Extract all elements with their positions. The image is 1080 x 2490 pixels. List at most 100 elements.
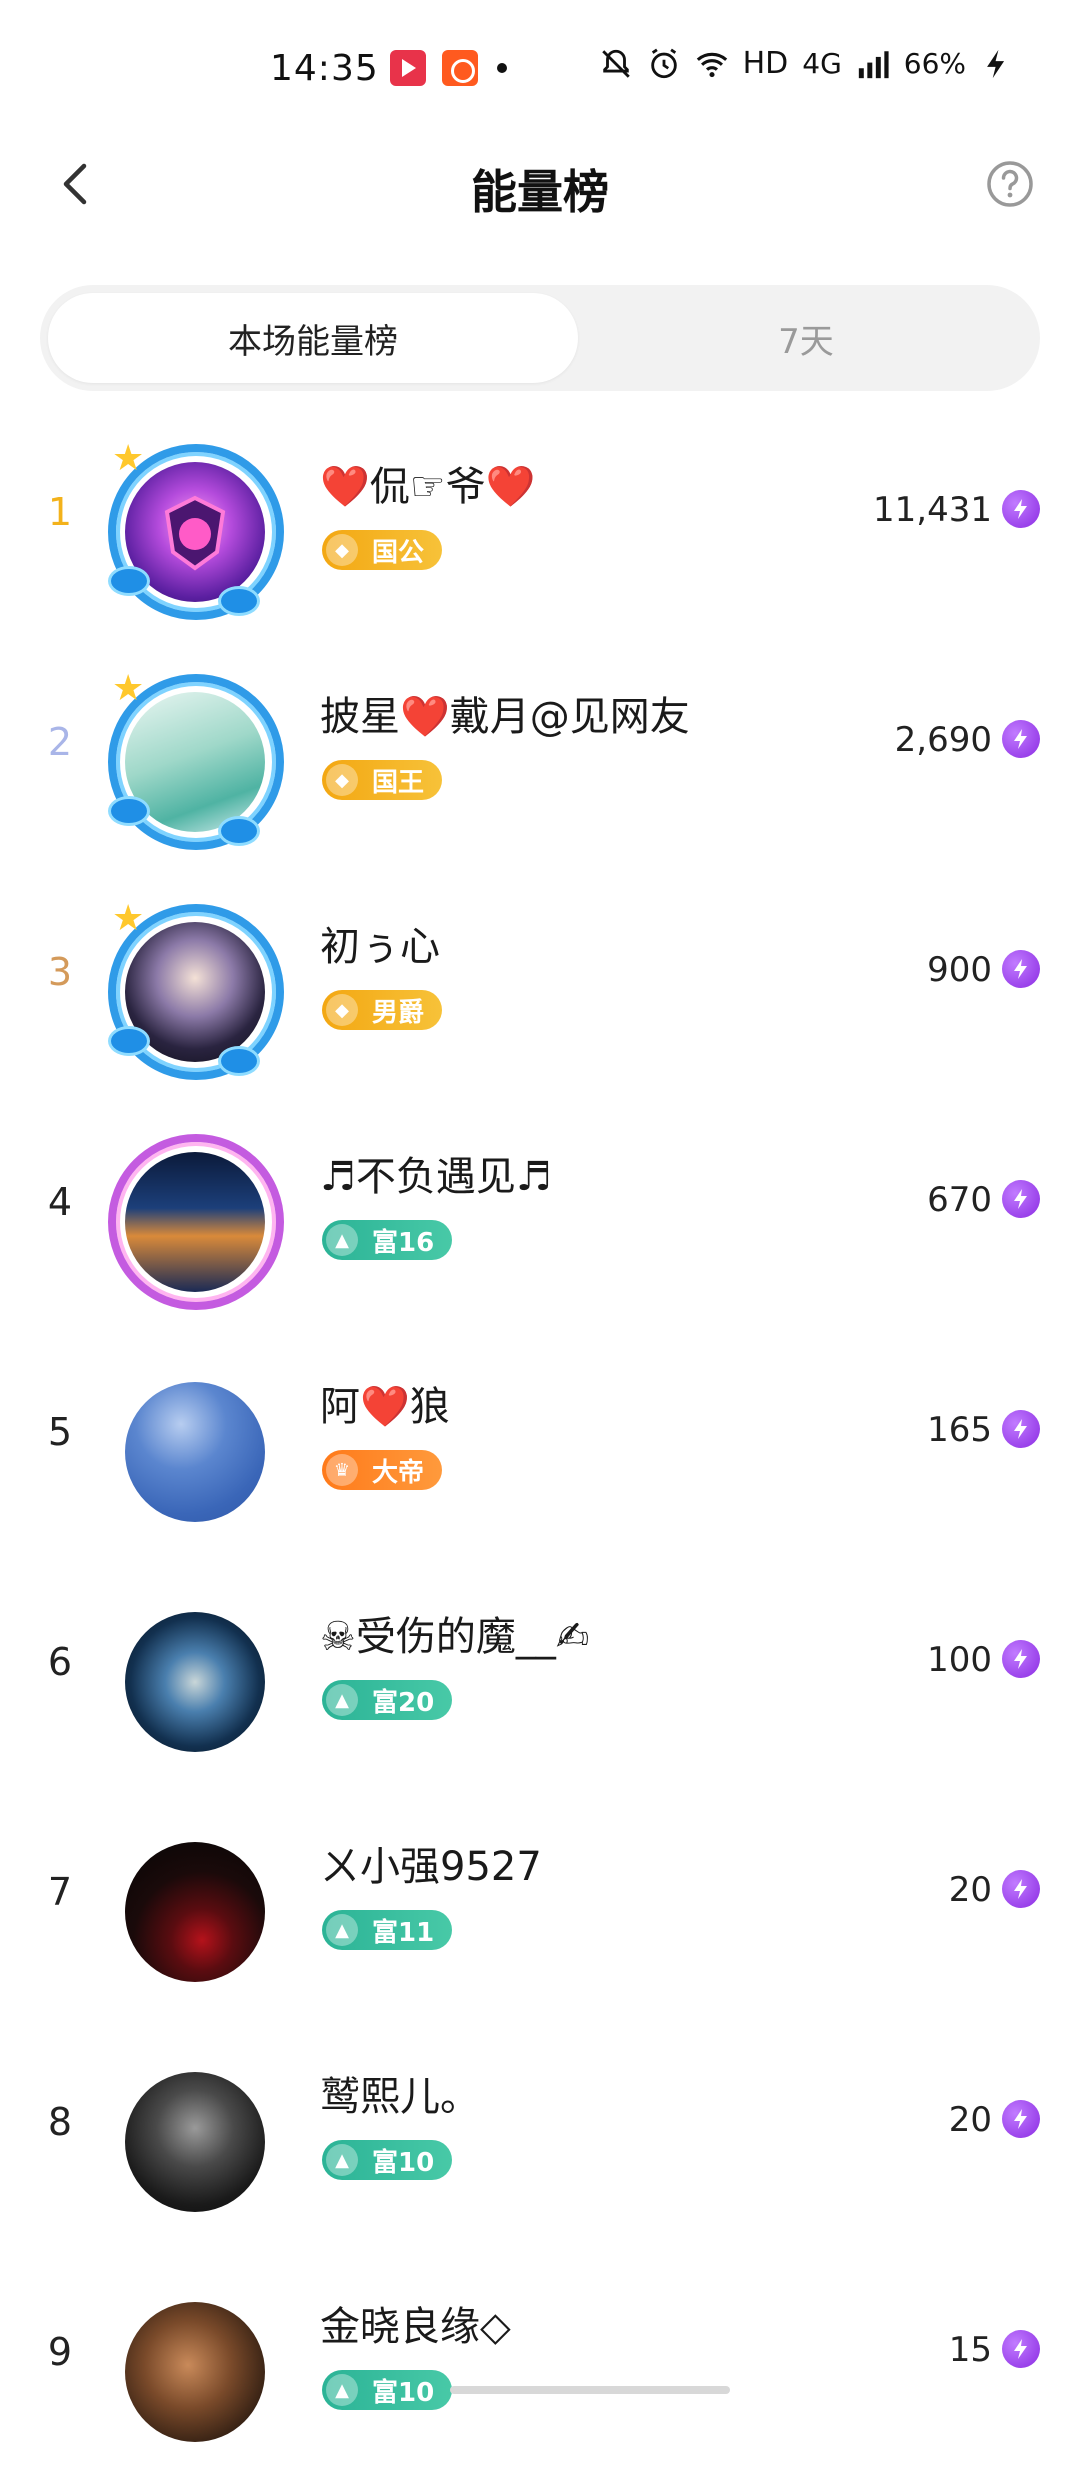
- rank-number: 2: [47, 720, 73, 764]
- list-item[interactable]: 2 ★ 披星❤️戴月@见网友 ◆ 国王 2,690: [0, 650, 1080, 880]
- planet-icon: [218, 816, 260, 846]
- user-name: ☠受伤的魔__✍: [320, 1614, 590, 1660]
- rank-number: 7: [47, 1870, 73, 1914]
- badge-label: 富11: [372, 1917, 435, 1948]
- star-icon: ★: [112, 668, 145, 709]
- list-item[interactable]: 7 ㄨ小强9527 ▲ 富11 20: [0, 1800, 1080, 2030]
- tab-current-session[interactable]: 本场能量榜: [48, 293, 578, 383]
- user-name: ♬不负遇见♬: [320, 1154, 552, 1200]
- energy-score: 100: [927, 1640, 992, 1680]
- energy-bolt-icon: [1002, 950, 1040, 988]
- level-badge: ◆ 国公: [322, 530, 443, 570]
- list-item[interactable]: 4 ♬不负遇见♬ ▲ 富16 670: [0, 1110, 1080, 1340]
- planet-icon: [108, 796, 150, 826]
- avatar: [125, 2072, 265, 2212]
- question-circle-icon[interactable]: [980, 154, 1040, 214]
- charging-icon: [987, 49, 1005, 78]
- alarm-icon: [650, 48, 677, 78]
- energy-score: 20: [948, 1870, 992, 1910]
- rank-number: 5: [47, 1410, 73, 1454]
- rank-number: 3: [47, 950, 73, 994]
- energy-bolt-icon: [1002, 2330, 1040, 2368]
- rank-number: 6: [47, 1640, 73, 1684]
- tab-bar: 本场能量榜 7天: [40, 285, 1040, 391]
- user-name: 披星❤️戴月@见网友: [320, 694, 690, 740]
- badge-label: 富10: [372, 2147, 435, 2178]
- energy-bolt-icon: [1002, 1870, 1040, 1908]
- crown-icon: ♛: [326, 1454, 358, 1486]
- network-type: HD: [742, 46, 789, 81]
- rank-number: 8: [47, 2100, 73, 2144]
- energy-score: 165: [927, 1410, 992, 1450]
- badge-label: 富16: [372, 1227, 435, 1258]
- planet-icon: [108, 1026, 150, 1056]
- badge-label: 国公: [372, 537, 425, 568]
- level-badge: ▲ 富10: [322, 2370, 453, 2410]
- energy-score: 670: [927, 1180, 992, 1220]
- user-name: 金晓良缘◇: [320, 2304, 511, 2350]
- energy-score: 15: [948, 2330, 992, 2370]
- user-name: 阿❤️狼: [320, 1384, 450, 1430]
- badge-label: 富20: [372, 1687, 435, 1718]
- avatar: [125, 1612, 265, 1752]
- list-item[interactable]: 6 ☠受伤的魔__✍ ▲ 富20 100: [0, 1570, 1080, 1800]
- battery-percent: 66%: [903, 47, 966, 80]
- notification-dot-icon: [497, 63, 507, 73]
- planet-icon: [218, 1046, 260, 1076]
- energy-score: 20: [948, 2100, 992, 2140]
- status-bar: 14:35 HD 4G 66%: [0, 0, 1080, 130]
- signal-bars-icon: [858, 50, 889, 78]
- level-badge: ▲ 富11: [322, 1910, 453, 1950]
- avatar: [125, 2302, 265, 2442]
- energy-score: 2,690: [894, 720, 992, 760]
- level-badge: ▲ 富16: [322, 1220, 453, 1260]
- level-badge: ▲ 富20: [322, 1680, 453, 1720]
- page-title: 能量榜: [471, 165, 609, 219]
- header: 能量榜: [0, 130, 1080, 240]
- star-icon: ★: [112, 438, 145, 479]
- triangle-up-icon: ▲: [326, 2374, 358, 2406]
- mute-bell-icon: [601, 49, 630, 78]
- rank-number: 1: [47, 490, 73, 534]
- badge-label: 国王: [372, 767, 425, 798]
- diamond-icon: ◆: [326, 534, 358, 566]
- triangle-up-icon: ▲: [326, 2144, 358, 2176]
- triangle-up-icon: ▲: [326, 1224, 358, 1256]
- kuaishou-app-icon: [442, 50, 478, 86]
- avatar: [125, 1842, 265, 1982]
- level-badge: ♛ 大帝: [322, 1450, 443, 1490]
- energy-bolt-icon: [1002, 1410, 1040, 1448]
- list-item[interactable]: 8 鹫熙儿。 ▲ 富10 20: [0, 2030, 1080, 2260]
- signal-type: 4G: [802, 47, 842, 80]
- energy-bolt-icon: [1002, 720, 1040, 758]
- status-time: 14:35: [270, 48, 379, 89]
- energy-score: 900: [927, 950, 992, 990]
- video-app-icon: [390, 50, 426, 86]
- rank-number: 4: [47, 1180, 73, 1224]
- diamond-icon: ◆: [326, 764, 358, 796]
- level-badge: ◆ 国王: [322, 760, 443, 800]
- user-name: ㄨ小强9527: [320, 1844, 542, 1890]
- user-name: ❤️侃☞爷❤️: [320, 464, 536, 510]
- planet-icon: [218, 586, 260, 616]
- list-item[interactable]: 9 金晓良缘◇ ▲ 富10 15: [0, 2260, 1080, 2490]
- energy-bolt-icon: [1002, 2100, 1040, 2138]
- avatar: [125, 1382, 265, 1522]
- energy-score: 11,431: [873, 490, 992, 530]
- planet-icon: [108, 566, 150, 596]
- wifi-icon: [696, 52, 727, 77]
- energy-bolt-icon: [1002, 1640, 1040, 1678]
- home-indicator[interactable]: [450, 2386, 730, 2394]
- level-badge: ◆ 男爵: [322, 990, 443, 1030]
- user-name: 初ぅ心: [320, 924, 440, 970]
- list-item[interactable]: 5 阿❤️狼 ♛ 大帝 165: [0, 1340, 1080, 1570]
- user-name: 鹫熙儿。: [320, 2074, 480, 2120]
- anniversary-avatar-frame: [108, 1134, 284, 1310]
- triangle-up-icon: ▲: [326, 1914, 358, 1946]
- level-badge: ▲ 富10: [322, 2140, 453, 2180]
- list-item[interactable]: 1 ★ ❤️侃☞爷❤️ ◆ 国公 11,431: [0, 420, 1080, 650]
- badge-label: 富10: [372, 2377, 435, 2408]
- tab-7-days[interactable]: 7天: [580, 293, 1032, 383]
- list-item[interactable]: 3 ★ 初ぅ心 ◆ 男爵 900: [0, 880, 1080, 1110]
- triangle-up-icon: ▲: [326, 1684, 358, 1716]
